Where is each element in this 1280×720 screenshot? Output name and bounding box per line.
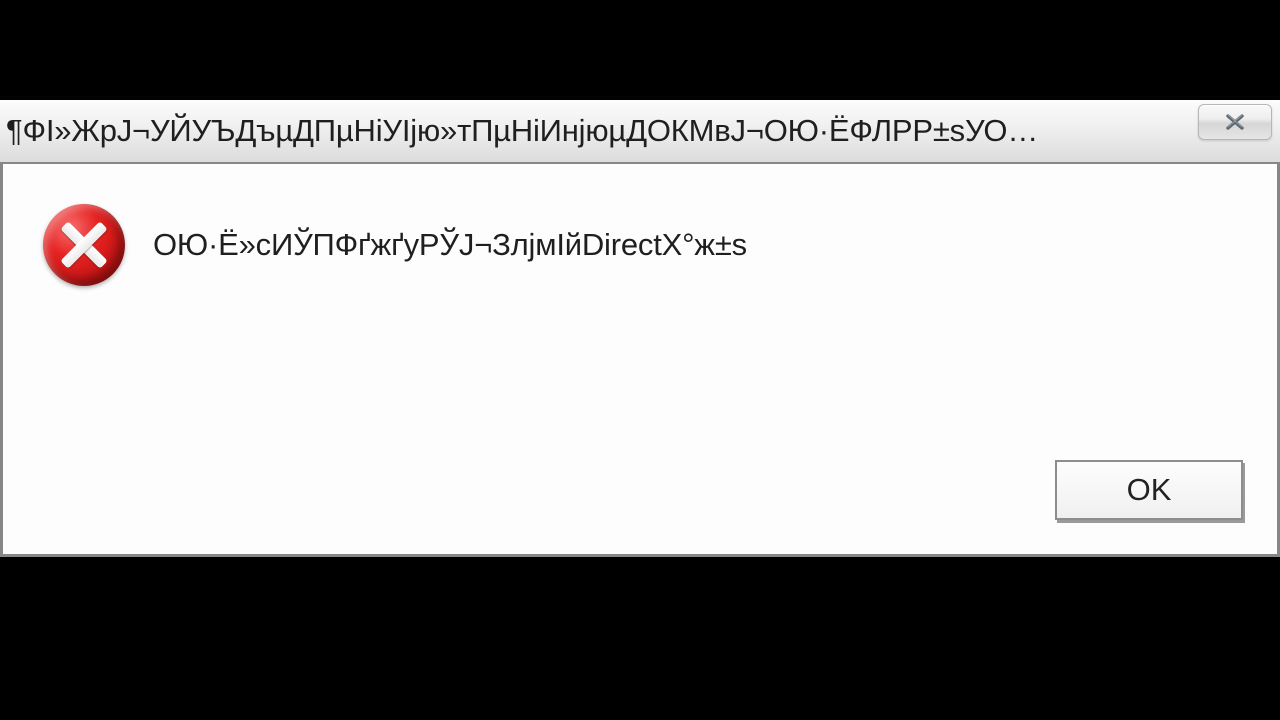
dialog-button-row: OK bbox=[1055, 460, 1243, 520]
error-message-text: ОЮ·Ё»сИЎПФґжґуРЎЈ¬ЗлјмІйDirectX°ж±s bbox=[153, 227, 747, 263]
message-row: ОЮ·Ё»сИЎПФґжґуРЎЈ¬ЗлјмІйDirectX°ж±s bbox=[43, 204, 747, 286]
close-icon bbox=[1224, 113, 1246, 131]
ok-button[interactable]: OK bbox=[1055, 460, 1243, 520]
decorative-artifact bbox=[0, 96, 1280, 101]
dialog-title-bar: ¶ФІ»ЖрЈ¬УЙУЪДъµДПµНіУІјю»тПµНіИнјюµДОКМв… bbox=[0, 100, 1280, 162]
error-icon bbox=[43, 204, 125, 286]
error-dialog: ¶ФІ»ЖрЈ¬УЙУЪДъµДПµНіУІјю»тПµНіИнјюµДОКМв… bbox=[0, 100, 1280, 557]
dialog-title-text: ¶ФІ»ЖрЈ¬УЙУЪДъµДПµНіУІјю»тПµНіИнјюµДОКМв… bbox=[6, 113, 1280, 149]
dialog-client-area: ОЮ·Ё»сИЎПФґжґуРЎЈ¬ЗлјмІйDirectX°ж±s OK bbox=[0, 162, 1280, 557]
close-button[interactable] bbox=[1198, 104, 1272, 140]
